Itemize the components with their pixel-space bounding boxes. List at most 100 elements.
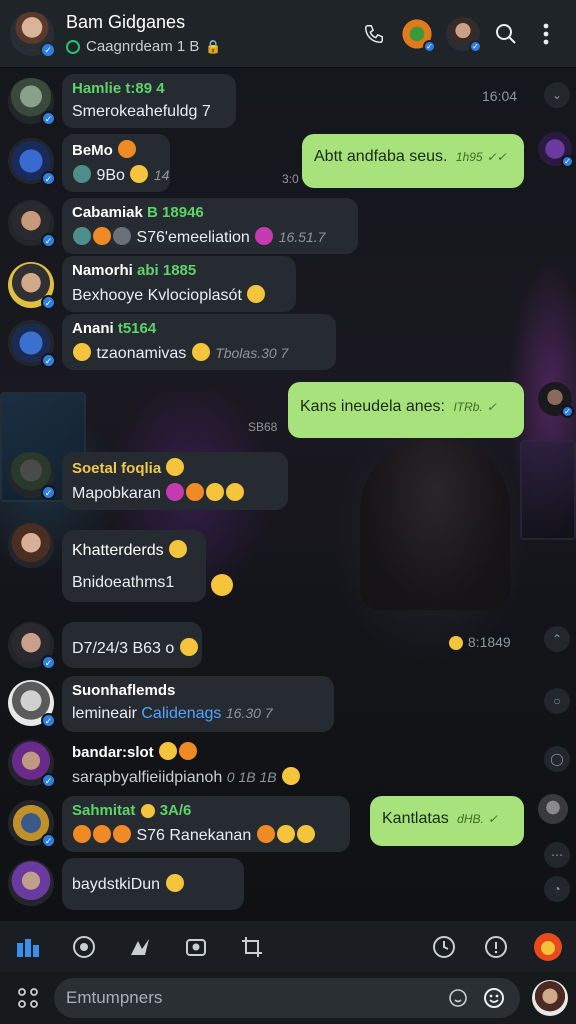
verified-badge-icon: ✓	[41, 171, 56, 186]
emoji-icon	[166, 458, 185, 476]
message-link[interactable]: Calidenags	[141, 705, 221, 722]
chat-title: Bam Gidganes	[66, 12, 186, 32]
home-icon[interactable]	[8, 927, 48, 967]
rail-button[interactable]: ⋯	[544, 842, 570, 868]
emoji-icon	[165, 874, 184, 892]
message-text: S76'emeeliation 16.51.7	[72, 227, 348, 247]
background-person	[360, 440, 510, 610]
message-bubble[interactable]: Anani t5164 tzaonamivas Tbolas.30 7	[62, 314, 336, 370]
message-text: Abtt andfaba seus. 1h95 ✓✓	[314, 148, 507, 165]
sender-avatar[interactable]: ✓	[8, 452, 56, 500]
emoji-icon	[118, 140, 137, 158]
message-bubble[interactable]: Khatterderds Bnidoeathms1	[62, 530, 206, 602]
message-composer	[0, 972, 576, 1024]
outgoing-message-bubble[interactable]: Abtt andfaba seus. 1h95 ✓✓	[302, 134, 524, 188]
sender-avatar[interactable]: ✓	[8, 320, 56, 368]
sender-avatar[interactable]	[8, 522, 54, 568]
sender-name: BeMo	[72, 140, 160, 159]
search-icon[interactable]	[486, 14, 526, 54]
lock-icon: 🔒	[205, 38, 222, 54]
verified-badge-icon: ✓	[41, 233, 56, 248]
rail-button[interactable]: ⌃	[544, 626, 570, 652]
message-bubble[interactable]: Hamlie t:89 4 Smerokeahefuldg 7	[62, 74, 236, 128]
my-avatar[interactable]: ✓	[538, 132, 574, 168]
background-monitor	[520, 440, 576, 540]
sender-avatar[interactable]	[8, 860, 54, 906]
verified-badge-icon: ✓	[41, 353, 56, 368]
sticker-icon[interactable]	[444, 984, 472, 1012]
message-input[interactable]	[66, 988, 436, 1008]
sender-name: Soetal foqlia	[72, 458, 278, 477]
sender-name: Suonhaflemds	[72, 682, 176, 699]
sender-avatar[interactable]: ✓	[8, 740, 56, 788]
clock-icon[interactable]	[424, 927, 464, 967]
info-icon[interactable]	[476, 927, 516, 967]
participant-avatar[interactable]: ✓	[446, 16, 482, 53]
emoji-icon	[282, 767, 301, 785]
bird-icon[interactable]	[120, 927, 160, 967]
group-avatar[interactable]: ✓	[10, 11, 56, 58]
crop-icon[interactable]	[232, 927, 272, 967]
message-text: tzaonamivas Tbolas.30 7	[72, 343, 326, 363]
my-avatar[interactable]: ✓	[538, 382, 574, 418]
whatsapp-icon[interactable]	[64, 927, 104, 967]
reaction-icon[interactable]	[210, 574, 234, 598]
sender-avatar[interactable]: ✓	[8, 78, 56, 126]
emoji-icon	[113, 825, 131, 843]
message-text: S76 Ranekanan	[72, 825, 340, 845]
chat-subtitle: Caagnrdeam 1 B 🔒	[66, 38, 354, 55]
outgoing-message-bubble[interactable]: Kans ineudela anes: ITRb. ✓	[288, 382, 524, 438]
sender-name: Hamlie t:89 4	[72, 80, 165, 97]
verified-badge-icon: ✓	[41, 485, 56, 500]
rail-button[interactable]: ◔	[544, 876, 570, 902]
emoji-icon	[166, 483, 185, 501]
verified-badge-icon: ✓	[469, 39, 482, 53]
sender-avatar[interactable]: ✓	[8, 200, 56, 248]
scroll-down-icon[interactable]: ⌄	[544, 82, 570, 108]
message-bubble[interactable]: baydstkiDun	[62, 858, 244, 910]
message-input-container[interactable]	[54, 978, 520, 1018]
message-bubble[interactable]: Cabamiak B 18946 S76'emeeliation 16.51.7	[62, 198, 358, 254]
message-bubble[interactable]: Sahmitat 3A/6 S76 Ranekanan	[62, 796, 350, 852]
message-text: D7/24/3 B63 o	[72, 638, 198, 658]
message-bubble[interactable]: BeMo 9Bo 14	[62, 134, 170, 192]
more-options-icon[interactable]	[526, 14, 566, 54]
message-bubble[interactable]: D7/24/3 B63 o	[62, 622, 202, 668]
message-time: 3:0	[282, 172, 299, 186]
message-bubble[interactable]: Soetal foqlia Mapobkaran	[62, 452, 288, 510]
chat-title-block[interactable]: Bam Gidganes Caagnrdeam 1 B 🔒	[66, 12, 354, 55]
message-text: 9Bo 14	[72, 165, 169, 185]
sender-name: Sahmitat 3A/6	[72, 802, 192, 819]
verified-badge-icon: ✓	[561, 405, 574, 418]
verified-badge-icon: ✓	[41, 295, 56, 310]
my-avatar[interactable]	[532, 980, 568, 1016]
message-bubble[interactable]: Namorhi abi 1885 Bexhooye Kvlocioplasót	[62, 256, 296, 312]
online-status-icon	[66, 39, 80, 54]
call-icon[interactable]	[354, 14, 394, 54]
emoji-icon	[191, 343, 210, 361]
verified-badge-icon: ✓	[40, 41, 56, 58]
grid-icon[interactable]	[8, 978, 48, 1018]
message-bubble[interactable]: bandar:slot sarapbyalfieiidpianoh 0 1B 1…	[62, 736, 334, 792]
emoji-icon	[179, 638, 198, 656]
emoji-icon	[73, 825, 91, 843]
sender-avatar[interactable]: ✓	[8, 800, 56, 848]
verified-badge-icon: ✓	[41, 833, 56, 848]
rail-button[interactable]: ○	[544, 688, 570, 714]
rail-button[interactable]: ◯	[544, 746, 570, 772]
sender-name: Cabamiak B 18946	[72, 204, 204, 221]
camera-icon[interactable]	[176, 927, 216, 967]
fire-icon[interactable]	[528, 927, 568, 967]
emoji-icon[interactable]	[480, 984, 508, 1012]
outgoing-message-bubble[interactable]: Kantlatas dHB. ✓	[370, 796, 524, 846]
participant-avatar[interactable]: ✓	[400, 16, 436, 53]
message-text: Mapobkaran	[72, 483, 278, 503]
sender-avatar[interactable]: ✓	[8, 622, 56, 670]
sender-avatar[interactable]: ✓	[8, 680, 56, 728]
message-bubble[interactable]: Suonhaflemds lemineair Calidenags 16.30 …	[62, 676, 334, 732]
emoji-icon	[93, 825, 111, 843]
sender-avatar[interactable]: ✓	[8, 138, 56, 186]
verified-badge-icon: ✓	[41, 713, 56, 728]
my-avatar[interactable]	[538, 794, 568, 824]
sender-avatar[interactable]: ✓	[8, 262, 56, 310]
